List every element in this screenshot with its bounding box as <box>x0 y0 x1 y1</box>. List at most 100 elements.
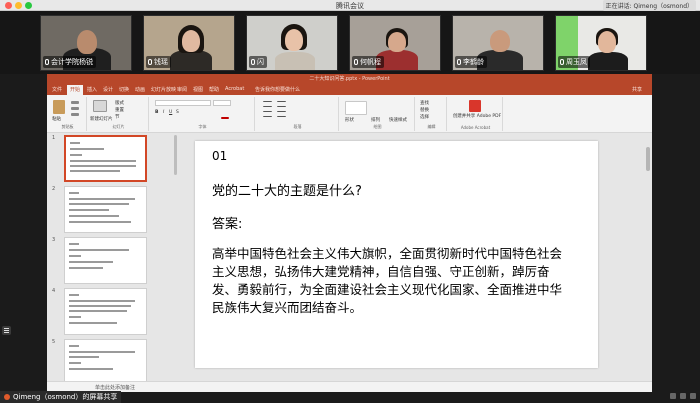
reading-view-icon[interactable] <box>690 393 696 399</box>
new-slide-icon[interactable] <box>93 100 107 112</box>
participant-name-chip: 周玉凤 <box>558 56 590 68</box>
drawing-group: 形状 排列 快速样式 绘图 <box>341 97 415 131</box>
reset-button[interactable]: 重置 <box>115 107 124 113</box>
paragraph-group: 段落 <box>257 97 339 131</box>
participant-name-chip: 何帆程 <box>352 56 384 68</box>
meeting-window: 腾讯会议 正在讲话: Qimeng（osmond） 会计学院杨锐 钱瑶 闪 何帆… <box>0 0 700 403</box>
participant-face <box>182 30 200 52</box>
cut-icon[interactable] <box>71 101 79 104</box>
tab-view[interactable]: 视图 <box>193 86 203 93</box>
align-center-icon[interactable] <box>277 111 286 117</box>
participant-face <box>388 32 406 52</box>
participant-tile[interactable]: 闪 <box>246 15 338 71</box>
participant-video <box>275 52 315 70</box>
current-slide[interactable]: 01 党的二十大的主题是什么? 答案: 高举中国特色社会主义伟大旗帜，全面贯彻新… <box>195 141 598 368</box>
participant-tile[interactable]: 何帆程 <box>349 15 441 71</box>
copy-icon[interactable] <box>71 107 79 110</box>
mic-icon <box>457 59 461 65</box>
video-strip: 会计学院杨锐 钱瑶 闪 何帆程 李鹤龄 周玉凤 <box>0 11 700 74</box>
slide-thumbnail[interactable] <box>64 186 147 233</box>
layout-button[interactable]: 版式 <box>115 100 124 106</box>
adobe-group: 创建并共享 Adobe PDF Adobe Acrobat <box>449 97 503 131</box>
align-left-icon[interactable] <box>263 111 272 117</box>
clipboard-group: 粘贴 剪贴板 <box>49 97 87 131</box>
participant-tile[interactable]: 会计学院杨锐 <box>40 15 132 71</box>
underline-button[interactable]: U <box>169 110 172 115</box>
speaking-indicator: 正在讲话: Qimeng（osmond） <box>602 0 696 11</box>
share-status-icon <box>4 394 10 400</box>
find-button[interactable]: 查找 <box>420 100 429 106</box>
new-slide-button[interactable]: 新建幻灯片 <box>90 116 113 122</box>
slide-thumbnail[interactable] <box>64 288 147 335</box>
paste-button[interactable]: 粘贴 <box>52 116 61 122</box>
tab-acrobat[interactable]: Acrobat <box>225 86 244 92</box>
section-button[interactable]: 节 <box>115 114 120 120</box>
adobe-pdf-icon[interactable] <box>469 100 481 112</box>
ribbon-tabs: 文件 开始 插入 设计 切换 动画 幻灯片放映 审阅 视图 帮助 Acrobat… <box>47 84 652 95</box>
font-group: B I U S 字体 <box>151 97 255 131</box>
numbering-icon[interactable] <box>277 101 286 107</box>
editor-scrollbar[interactable] <box>646 137 650 367</box>
tab-transitions[interactable]: 切换 <box>119 86 129 93</box>
shadow-button[interactable]: S <box>176 110 179 115</box>
bold-button[interactable]: B <box>155 110 158 115</box>
shapes-button[interactable]: 形状 <box>345 117 354 123</box>
mic-icon <box>251 59 255 65</box>
format-painter-icon[interactable] <box>71 113 79 116</box>
tab-design[interactable]: 设计 <box>103 86 113 93</box>
meeting-title: 腾讯会议 <box>336 2 364 10</box>
font-color-icon[interactable] <box>221 117 229 119</box>
font-size-box[interactable] <box>213 100 231 106</box>
ppt-titlebar: 二十大知识问答.pptx - PowerPoint <box>47 74 652 91</box>
select-button[interactable]: 选择 <box>420 114 429 120</box>
participant-face <box>285 29 303 51</box>
italic-button[interactable]: I <box>163 110 164 115</box>
notes-pane[interactable]: 单击此处添加备注 <box>47 381 652 392</box>
tab-home[interactable]: 开始 <box>67 85 84 95</box>
bullets-icon[interactable] <box>263 101 272 107</box>
participant-video <box>588 52 628 70</box>
thumbnails-scrollbar[interactable] <box>174 135 177 175</box>
list-toggle-icon[interactable] <box>2 326 11 335</box>
slide-answer-label: 答案: <box>212 217 243 232</box>
ppt-title: 二十大知识问答.pptx - PowerPoint <box>309 76 390 82</box>
mic-icon <box>45 59 49 65</box>
slide-thumbnail[interactable] <box>64 339 147 381</box>
participant-face <box>598 31 616 53</box>
editing-group: 查找 替换 选择 编辑 <box>417 97 447 131</box>
font-name-box[interactable] <box>155 100 211 106</box>
slide-thumbnail[interactable] <box>64 237 147 284</box>
slides-group: 新建幻灯片 版式 重置 节 幻灯片 <box>89 97 149 131</box>
slide-number-text: 01 <box>212 149 228 163</box>
ribbon: 粘贴 剪贴板 新建幻灯片 版式 重置 节 幻灯片 B I U S 字体 段落 形… <box>47 95 652 133</box>
tab-review[interactable]: 审阅 <box>177 86 187 93</box>
create-pdf-button[interactable]: 创建并共享 Adobe PDF <box>452 114 502 119</box>
tab-animations[interactable]: 动画 <box>135 86 145 93</box>
notes-placeholder: 单击此处添加备注 <box>95 385 136 391</box>
tell-me-search[interactable]: 告诉我你想要做什么 <box>255 86 300 93</box>
tab-insert[interactable]: 插入 <box>87 86 97 93</box>
slide-thumbnails-pane: 1 2 3 4 5 <box>47 133 179 381</box>
screen-share-indicator[interactable]: Qimeng（osmond）的屏幕共享 <box>0 391 122 403</box>
slide-thumbnail[interactable] <box>64 135 147 182</box>
slide-question: 党的二十大的主题是什么? <box>212 184 362 199</box>
arrange-button[interactable]: 排列 <box>371 117 380 123</box>
participant-tile[interactable]: 钱瑶 <box>143 15 235 71</box>
shapes-gallery[interactable] <box>345 101 367 115</box>
sorter-view-icon[interactable] <box>680 393 686 399</box>
participant-tile[interactable]: 李鹤龄 <box>452 15 544 71</box>
status-icons <box>666 393 696 401</box>
tab-help[interactable]: 帮助 <box>209 86 219 93</box>
participant-name-chip: 闪 <box>249 56 267 68</box>
tab-file[interactable]: 文件 <box>52 86 62 93</box>
participant-tile[interactable]: 周玉凤 <box>555 15 647 71</box>
replace-button[interactable]: 替换 <box>420 107 429 113</box>
slide-editor: 01 党的二十大的主题是什么? 答案: 高举中国特色社会主义伟大旗帜，全面贯彻新… <box>179 133 652 381</box>
slide-answer-body: 高举中国特色社会主义伟大旗帜，全面贯彻新时代中国特色社会主义思想，弘扬伟大建党精… <box>212 246 563 315</box>
share-button[interactable]: 共享 <box>632 86 642 93</box>
quick-styles-button[interactable]: 快速样式 <box>389 117 407 123</box>
tab-slideshow[interactable]: 幻灯片放映 <box>151 86 176 93</box>
normal-view-icon[interactable] <box>670 393 676 399</box>
paste-icon[interactable] <box>53 100 65 114</box>
participant-name-chip: 钱瑶 <box>146 56 171 68</box>
